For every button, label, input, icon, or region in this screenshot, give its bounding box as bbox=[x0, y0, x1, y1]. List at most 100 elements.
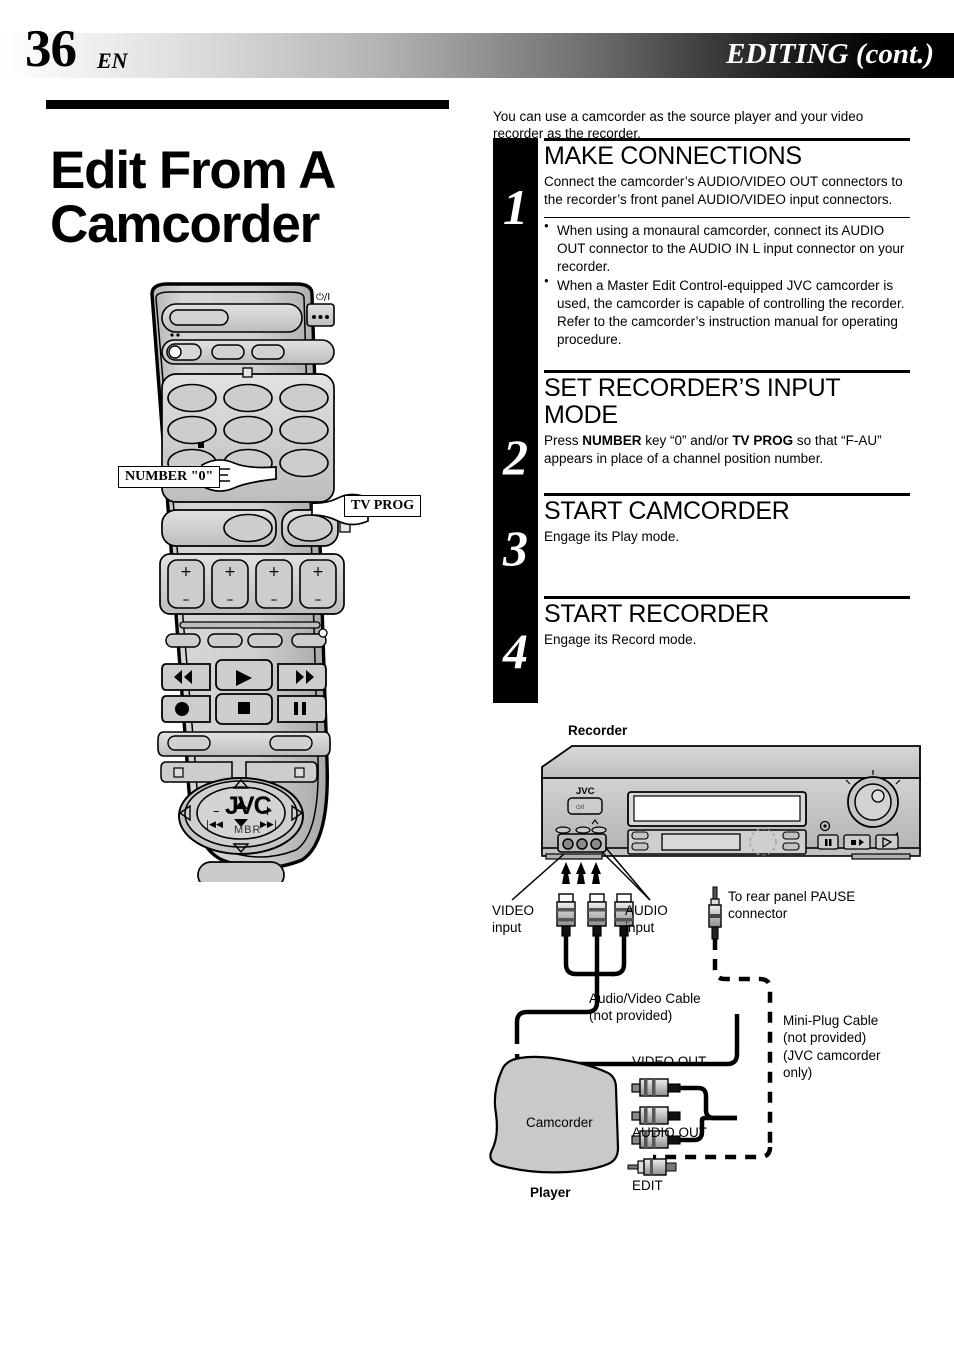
remote-brand-logo: JVC bbox=[225, 792, 272, 820]
number-key-9[interactable] bbox=[279, 448, 329, 478]
rca-out-video bbox=[631, 1078, 681, 1097]
step-1-note-1: When using a monaural camcorder, connect… bbox=[544, 221, 910, 276]
svg-text:–: – bbox=[271, 592, 278, 608]
step-4-number: 4 bbox=[503, 623, 528, 679]
mode-dot-2 bbox=[176, 333, 180, 337]
function-key-2[interactable] bbox=[207, 633, 243, 648]
function-bar bbox=[179, 621, 321, 629]
title-rule bbox=[46, 100, 449, 109]
step-2-rule bbox=[544, 370, 910, 373]
mini-plug-cable-end bbox=[653, 1146, 773, 1160]
page-title: Edit From A Camcorder bbox=[50, 143, 470, 254]
number-key-1[interactable] bbox=[167, 383, 217, 413]
callout-tv-prog: TV PROG bbox=[344, 495, 422, 518]
remote-model-mark: MBR bbox=[234, 824, 262, 836]
remote-display-key[interactable] bbox=[169, 309, 229, 326]
keypad-marker-icon bbox=[198, 442, 204, 448]
diagram-svg: JVC ⏻/I bbox=[489, 745, 921, 1176]
right-shoulder-icon bbox=[294, 767, 305, 778]
step-3-body: START CAMCORDER Engage its Play mode. bbox=[544, 493, 910, 546]
mode-button-a[interactable] bbox=[211, 344, 245, 360]
recorder-button-1[interactable] bbox=[555, 826, 571, 834]
video-input-jack[interactable] bbox=[562, 838, 574, 850]
camcorder-label: Camcorder bbox=[526, 1115, 593, 1130]
step-3-heading: START CAMCORDER bbox=[544, 497, 790, 525]
recorder-ctrl-btn-2[interactable] bbox=[631, 842, 649, 851]
recorder-pause-button[interactable] bbox=[817, 834, 839, 850]
audio-l-input-jack[interactable] bbox=[576, 838, 588, 850]
audio-input-label: AUDIO input bbox=[625, 903, 668, 936]
mode-dot-1 bbox=[170, 333, 174, 337]
av-cable-label: Audio/Video Cable (not provided) bbox=[589, 991, 701, 1024]
number-key-3[interactable] bbox=[279, 383, 329, 413]
recorder-jog-wheel-inner[interactable] bbox=[854, 783, 892, 821]
mode-slider-knob[interactable] bbox=[168, 345, 182, 359]
recorder-jog-knob[interactable] bbox=[871, 789, 885, 803]
pause-connector-note: To rear panel PAUSE connector bbox=[728, 889, 856, 922]
step-1-rule bbox=[544, 138, 910, 141]
recorder-small-buttons[interactable] bbox=[555, 826, 607, 834]
bottom-oval-button[interactable] bbox=[197, 861, 285, 882]
power-dot-3 bbox=[325, 315, 329, 319]
function-key-3[interactable] bbox=[247, 633, 283, 648]
record-icon bbox=[175, 702, 189, 716]
rca-plugs-recorder-end bbox=[556, 893, 634, 937]
page-title-line2: Camcorder bbox=[50, 194, 320, 254]
number-key-5[interactable] bbox=[223, 415, 273, 445]
power-dot-2 bbox=[318, 315, 323, 319]
prev-track-icon: |◀◀ bbox=[206, 820, 223, 830]
number-key-2[interactable] bbox=[223, 383, 273, 413]
video-out-label: VIDEO OUT bbox=[632, 1054, 707, 1069]
rca-out-audio-l bbox=[631, 1106, 681, 1125]
recorder-play-button[interactable] bbox=[875, 834, 899, 850]
step-3-text: Engage its Play mode. bbox=[544, 529, 680, 544]
step-2-number: 2 bbox=[503, 429, 528, 485]
camcorder-cable-video bbox=[680, 1085, 737, 1121]
step-4-body: START RECORDER Engage its Record mode. bbox=[544, 596, 910, 649]
connection-diagram: Recorder JVC ⏻/I VIDEO input AUDIO input… bbox=[480, 722, 954, 1222]
recorder-button-3[interactable] bbox=[591, 826, 607, 834]
recorder-foot-right bbox=[851, 853, 911, 860]
stop-icon bbox=[238, 702, 250, 714]
svg-text:+: + bbox=[180, 564, 192, 580]
recorder-ctrl-btn-4[interactable] bbox=[782, 842, 800, 851]
step-4-heading: START RECORDER bbox=[544, 600, 769, 628]
recorder-ctrl-btn-1[interactable] bbox=[631, 831, 649, 840]
svg-text:+: + bbox=[224, 564, 236, 580]
page-number: 36 bbox=[25, 20, 77, 78]
pause-icon-bar1 bbox=[294, 702, 298, 715]
player-label: Player bbox=[530, 1185, 571, 1200]
recorder-top bbox=[541, 745, 921, 781]
recorder-unit: JVC ⏻/I bbox=[541, 745, 921, 860]
callout-number-zero: NUMBER "0" bbox=[118, 466, 221, 489]
number-key-0[interactable] bbox=[223, 513, 273, 543]
svg-text:+: + bbox=[268, 564, 280, 580]
section-title: EDITING (cont.) bbox=[726, 38, 934, 70]
video-input-label: VIDEO input bbox=[492, 903, 535, 936]
recorder-button-2[interactable] bbox=[575, 826, 591, 834]
mini-plug-recorder-end bbox=[708, 886, 722, 940]
function-key-1[interactable] bbox=[165, 633, 201, 648]
keypad-indicator-square bbox=[242, 367, 253, 378]
recorder-logo-plate bbox=[567, 797, 603, 815]
audio-r-input-jack[interactable] bbox=[590, 838, 602, 850]
recorder-foot-left bbox=[545, 853, 603, 860]
recorder-ctrl-btn-3[interactable] bbox=[782, 831, 800, 840]
recorder-logo-mark-icon: ⏻/I bbox=[576, 804, 584, 811]
mode-button-b[interactable] bbox=[251, 344, 285, 360]
power-dot-1 bbox=[312, 315, 316, 319]
menu-button-left[interactable] bbox=[167, 735, 211, 751]
cassette-slot-inner bbox=[633, 795, 801, 822]
svg-text:–: – bbox=[183, 592, 190, 608]
number-key-6[interactable] bbox=[279, 415, 329, 445]
step-1-heading: MAKE CONNECTIONS bbox=[544, 142, 802, 170]
menu-button-right[interactable] bbox=[269, 735, 313, 751]
step-1-note-rule bbox=[544, 216, 910, 219]
recorder-record-button[interactable] bbox=[843, 834, 871, 850]
step-1-notes: When using a monaural camcorder, connect… bbox=[544, 221, 910, 349]
number-key-4[interactable] bbox=[167, 415, 217, 445]
left-shoulder-icon bbox=[173, 767, 184, 778]
av-cable-branch-1 bbox=[563, 936, 614, 977]
rca-plug-video bbox=[556, 893, 576, 937]
remote-control-illustration: ⏻/I + – + – + – + – – + |◀◀ ▶▶| JVC MBR bbox=[120, 282, 420, 882]
